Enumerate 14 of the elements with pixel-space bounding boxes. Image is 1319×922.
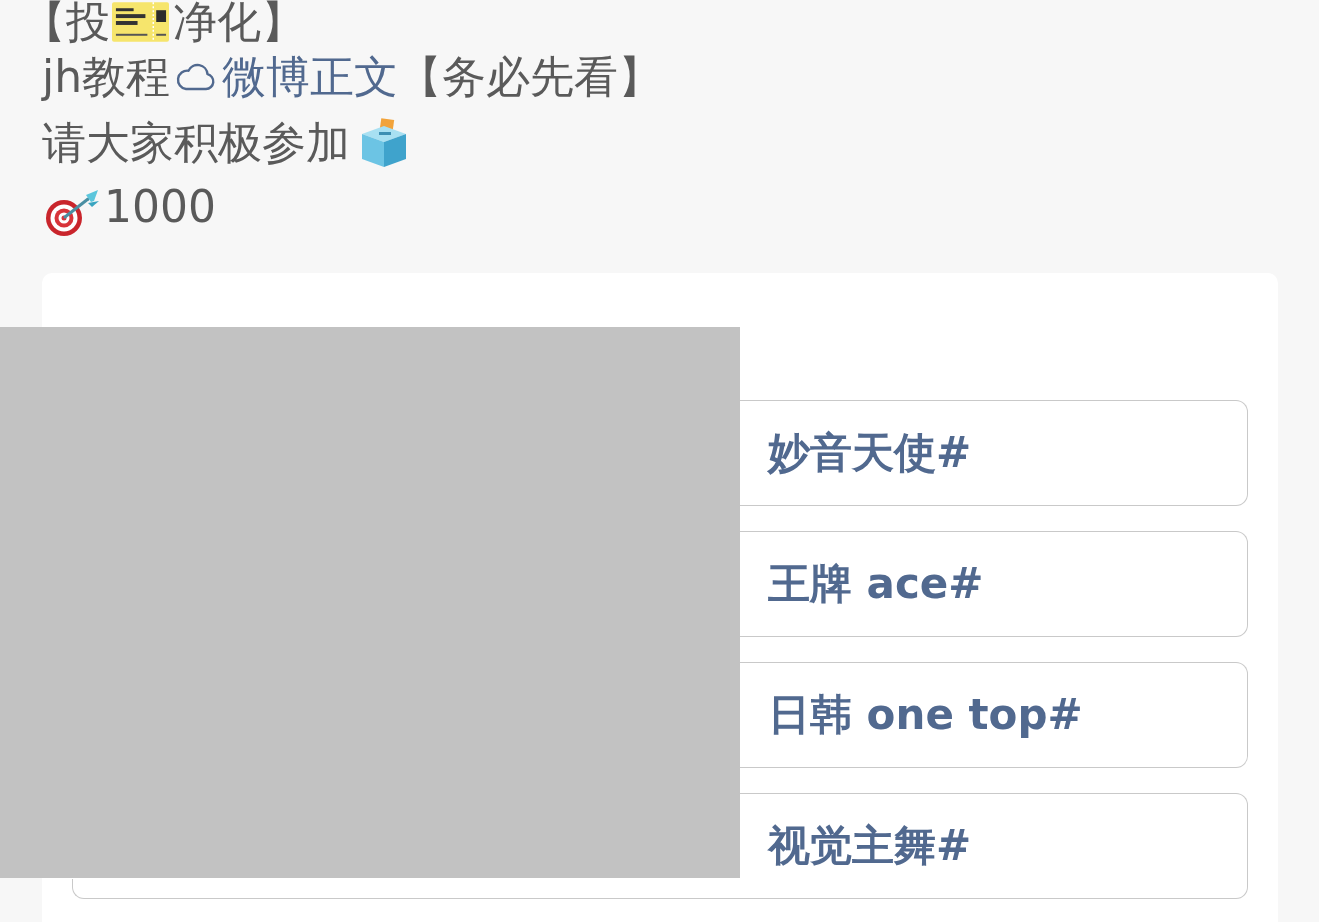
poll-option[interactable]: 妙音天使# [740,400,1248,506]
post-text: 净化】 [173,0,305,44]
dart-target-icon [44,189,100,237]
article-link[interactable]: 微博正文 [176,50,399,104]
post-text: jh教程 [42,50,171,104]
ballot-box-icon [360,118,408,168]
poll-option[interactable]: 日韩 one top# [740,662,1248,768]
post-text: 【务必先看】 [398,50,663,104]
post-text: 【投 [22,0,110,44]
cloud-icon [176,62,217,92]
poll-option[interactable]: 王牌 ace# [740,531,1248,637]
post-text: 1000 [104,180,216,234]
poll-option[interactable]: 视觉主舞# [740,793,1248,899]
post-text: 请大家积极参加 [42,116,350,170]
